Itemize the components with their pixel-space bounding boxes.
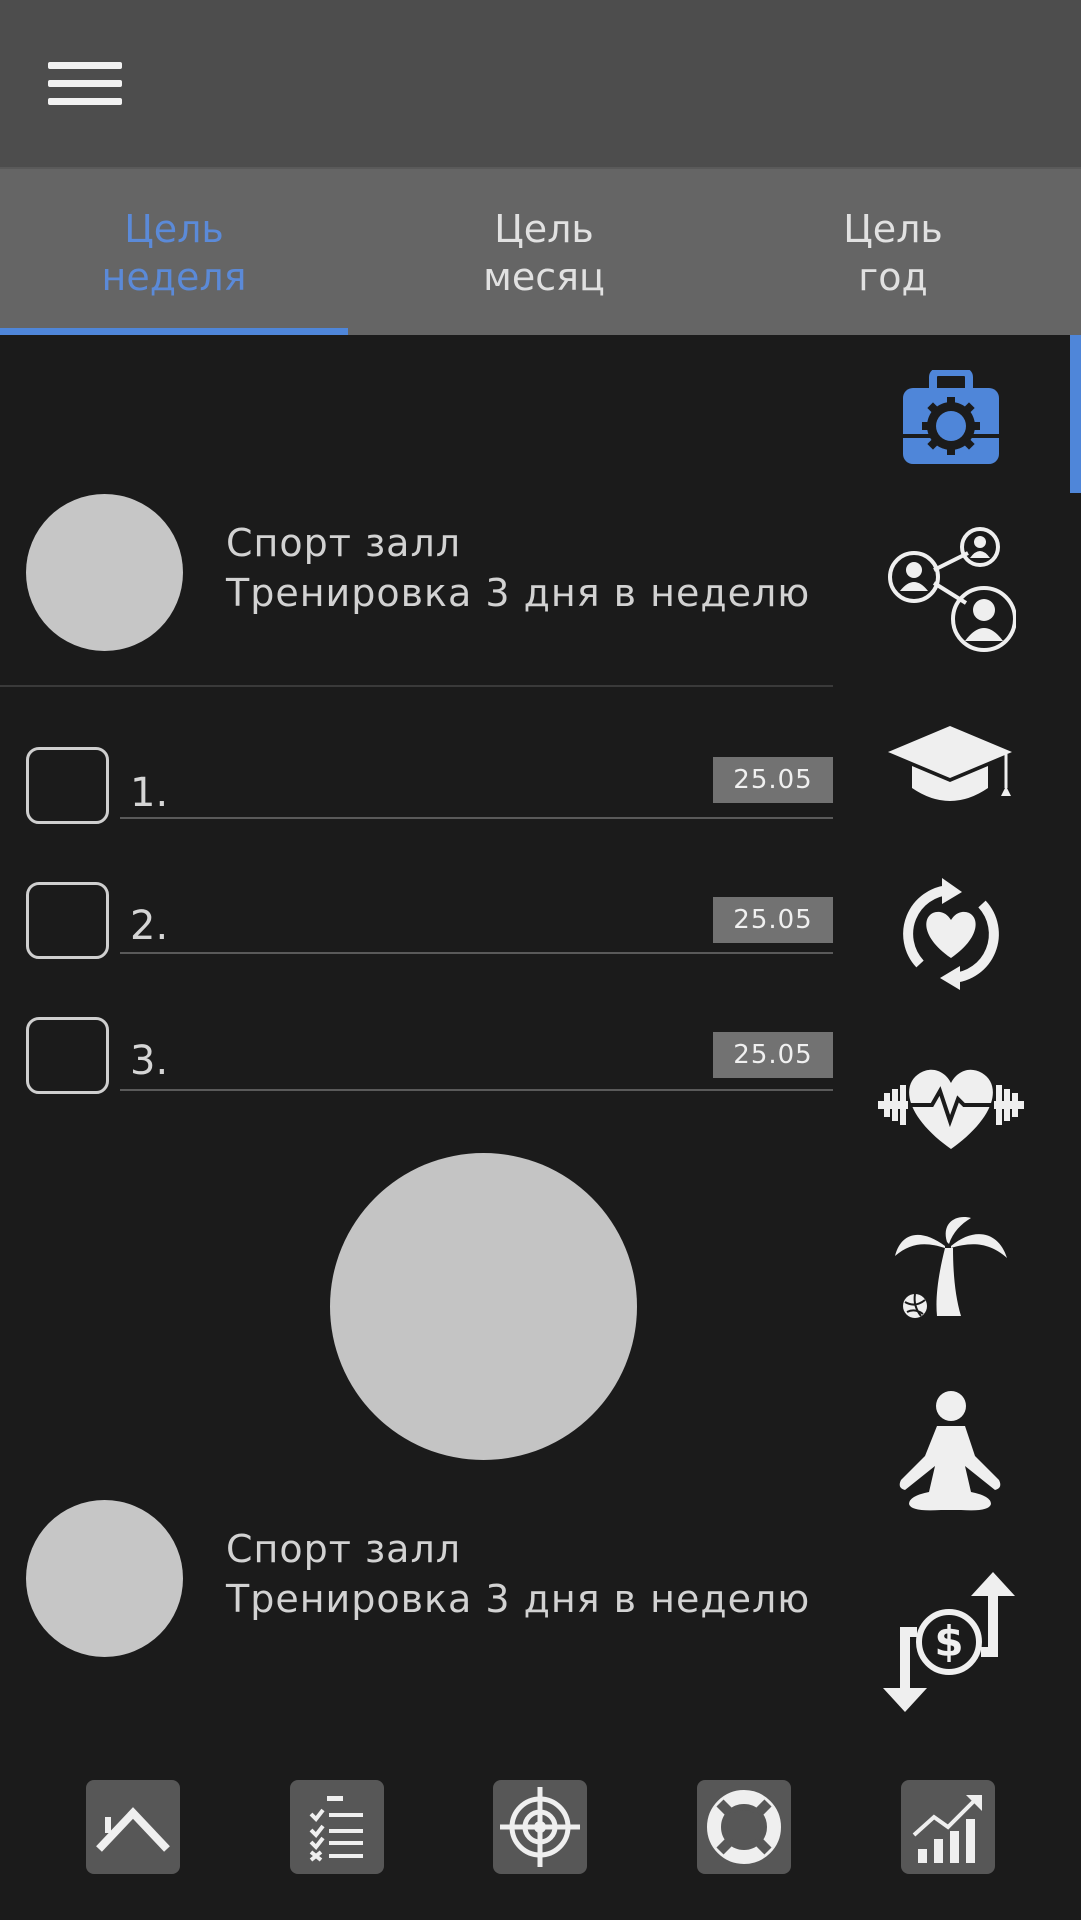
goal-subtitle: Тренировка 3 дня в неделю xyxy=(226,1577,811,1621)
task-number: 1. xyxy=(130,770,169,816)
goal-avatar[interactable] xyxy=(26,1500,183,1657)
tab-week[interactable]: Цель неделя xyxy=(0,169,348,337)
svg-text:$: $ xyxy=(934,1617,963,1666)
task-checkbox[interactable] xyxy=(26,747,109,824)
briefcase-gear-icon[interactable] xyxy=(875,348,1027,488)
task-input-line[interactable] xyxy=(120,1089,833,1091)
checklist-icon[interactable] xyxy=(290,1780,384,1874)
heart-cycle-icon[interactable] xyxy=(875,864,1027,1004)
divider xyxy=(0,685,833,687)
palm-tree-icon[interactable] xyxy=(875,1197,1027,1337)
fitness-heart-icon[interactable] xyxy=(875,1035,1027,1175)
period-tabs: Цель неделя Цель месяц Цель год xyxy=(0,167,1081,335)
money-exchange-icon[interactable]: $ xyxy=(875,1572,1027,1712)
goal-avatar[interactable] xyxy=(26,494,183,651)
menu-icon[interactable] xyxy=(48,62,122,106)
active-tab-indicator xyxy=(0,328,348,335)
growth-chart-icon[interactable] xyxy=(901,1780,995,1874)
task-date-badge[interactable]: 25.05 xyxy=(713,897,833,943)
network-people-icon[interactable] xyxy=(875,520,1027,660)
task-input-line[interactable] xyxy=(120,817,833,819)
task-number: 2. xyxy=(130,903,169,949)
task-number: 3. xyxy=(130,1038,169,1084)
scroll-indicator xyxy=(1070,335,1081,493)
goal-title: Спорт залл xyxy=(226,521,462,565)
task-date-badge[interactable]: 25.05 xyxy=(713,1032,833,1078)
target-icon[interactable] xyxy=(493,1780,587,1874)
task-checkbox[interactable] xyxy=(26,882,109,959)
tab-month[interactable]: Цель месяц xyxy=(370,169,718,337)
top-app-bar xyxy=(0,0,1081,167)
graduation-cap-icon[interactable] xyxy=(875,697,1027,837)
task-input-line[interactable] xyxy=(120,952,833,954)
tab-year[interactable]: Цель год xyxy=(718,169,1068,337)
home-icon[interactable] xyxy=(86,1780,180,1874)
progress-circle[interactable] xyxy=(330,1153,637,1460)
goal-title: Спорт залл xyxy=(226,1527,462,1571)
goal-subtitle: Тренировка 3 дня в неделю xyxy=(226,571,811,615)
task-checkbox[interactable] xyxy=(26,1017,109,1094)
lifebuoy-icon[interactable] xyxy=(697,1780,791,1874)
meditation-icon[interactable] xyxy=(875,1382,1027,1522)
task-date-badge[interactable]: 25.05 xyxy=(713,757,833,803)
